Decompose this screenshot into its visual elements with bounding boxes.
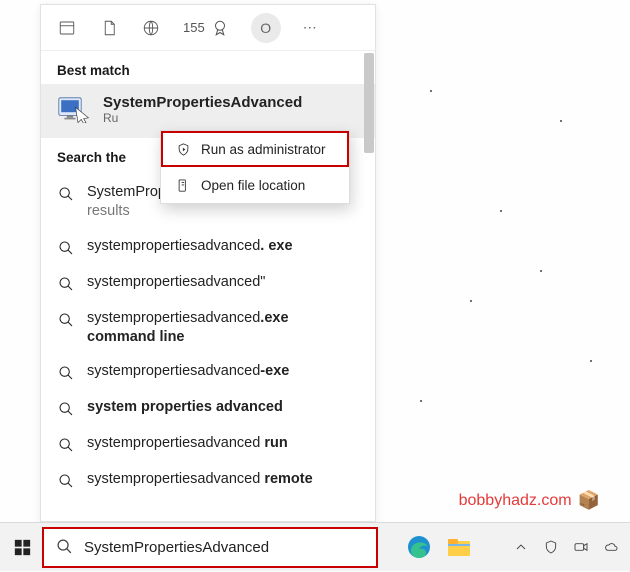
tray-chevron-icon[interactable] <box>512 538 530 556</box>
start-search-panel: 155 O ⋯ Best match SystemPropertiesAdvan… <box>40 4 376 522</box>
search-icon <box>57 311 75 329</box>
search-icon <box>57 275 75 293</box>
search-result-item[interactable]: systempropertiesadvanced" <box>41 265 375 301</box>
system-tray <box>512 522 620 571</box>
best-match-header: Best match <box>41 51 375 84</box>
result-text: system properties advanced <box>87 398 283 417</box>
best-match-title: SystemPropertiesAdvanced <box>103 94 302 111</box>
panel-top-bar: 155 O ⋯ <box>41 5 375 51</box>
tray-security-icon[interactable] <box>542 538 560 556</box>
search-icon <box>57 239 75 257</box>
file-explorer-icon[interactable] <box>446 534 472 560</box>
result-text: systempropertiesadvanced. exe <box>87 237 293 256</box>
search-icon <box>57 400 75 418</box>
folder-icon <box>175 177 191 193</box>
search-result-item[interactable]: systempropertiesadvanced remote <box>41 462 375 498</box>
search-result-item[interactable]: systempropertiesadvanced.exe command lin… <box>41 301 375 355</box>
panel-scrollbar[interactable] <box>364 53 374 153</box>
start-button[interactable] <box>0 523 44 572</box>
run-as-admin-label: Run as administrator <box>201 142 326 157</box>
search-result-item[interactable]: system properties advanced <box>41 390 375 426</box>
taskbar-pinned-apps <box>406 534 472 560</box>
search-icon <box>57 185 75 203</box>
context-menu: Run as administrator Open file location <box>160 130 350 204</box>
open-file-location-label: Open file location <box>201 178 305 193</box>
tray-onedrive-icon[interactable] <box>602 538 620 556</box>
result-text: systempropertiesadvanced" <box>87 273 265 292</box>
search-input[interactable] <box>84 539 364 556</box>
best-match-subtitle: Ru <box>103 111 302 125</box>
search-result-item[interactable]: systempropertiesadvanced. exe <box>41 229 375 265</box>
cube-icon: 📦 <box>578 490 600 511</box>
rewards-group[interactable]: 155 <box>183 19 229 37</box>
search-result-item[interactable]: systempropertiesadvanced-exe <box>41 354 375 390</box>
search-icon <box>57 436 75 454</box>
system-properties-icon <box>57 92 91 126</box>
tray-meet-now-icon[interactable] <box>572 538 590 556</box>
documents-icon[interactable] <box>99 18 119 38</box>
result-text: systempropertiesadvanced.exe command lin… <box>87 309 359 347</box>
user-avatar[interactable]: O <box>251 13 281 43</box>
result-text: systempropertiesadvanced run <box>87 434 288 453</box>
open-file-location-item[interactable]: Open file location <box>161 167 349 203</box>
best-match-text: SystemPropertiesAdvanced Ru <box>103 94 302 125</box>
taskbar <box>0 522 630 571</box>
edge-icon[interactable] <box>406 534 432 560</box>
taskbar-search-box[interactable] <box>44 529 376 566</box>
rewards-count: 155 <box>183 20 205 35</box>
more-icon[interactable]: ⋯ <box>303 19 319 36</box>
search-icon <box>57 472 75 490</box>
search-result-item[interactable]: systempropertiesadvanced run <box>41 426 375 462</box>
shield-run-icon <box>175 141 191 157</box>
search-icon <box>57 364 75 382</box>
result-text: systempropertiesadvanced remote <box>87 470 313 489</box>
result-text: systempropertiesadvanced-exe <box>87 362 289 381</box>
search-results-list: SystemPropertiesAdvanced - See web resul… <box>41 171 375 521</box>
watermark: bobbyhadz.com 📦 <box>459 490 600 511</box>
all-results-icon[interactable] <box>57 18 77 38</box>
run-as-admin-item[interactable]: Run as administrator <box>161 131 349 167</box>
web-icon[interactable] <box>141 18 161 38</box>
watermark-text: bobbyhadz.com <box>459 492 572 510</box>
search-icon <box>56 538 74 556</box>
